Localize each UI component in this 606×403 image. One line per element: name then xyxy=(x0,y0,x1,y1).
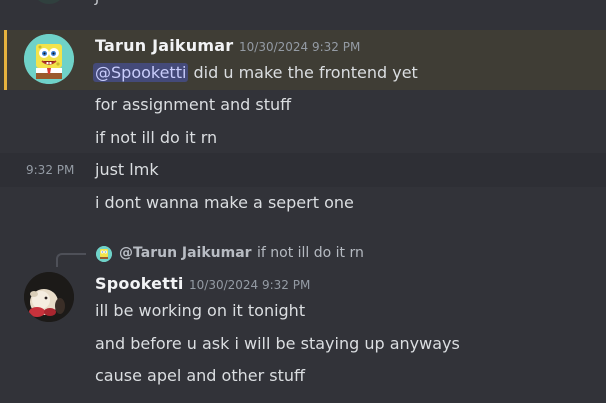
message-text: did u make the frontend yet xyxy=(188,63,418,82)
chat-messages-pane: J Tarun Jaikumar 10/30/2024 9:32 PM @Spo xyxy=(0,0,606,403)
reply-preview-text[interactable]: if not ill do it rn xyxy=(257,245,364,261)
message-line: and before u ask i will be staying up an… xyxy=(95,334,460,353)
author-name[interactable]: Tarun Jaikumar xyxy=(95,36,233,55)
previous-message-text: J xyxy=(95,0,99,6)
message-line: i dont wanna make a sepert one xyxy=(95,193,354,212)
reply-spongebob-icon xyxy=(96,246,112,262)
hovered-message-row[interactable] xyxy=(0,153,606,187)
message-line: @Spooketti did u make the frontend yet xyxy=(93,63,418,82)
message-timestamp: 10/30/2024 9:32 PM xyxy=(189,278,311,292)
reply-connector xyxy=(56,253,86,267)
hover-timestamp: 9:32 PM xyxy=(26,163,75,177)
message-line: cause apel and other stuff xyxy=(95,366,306,385)
message-line: just lmk xyxy=(95,160,159,179)
author-name[interactable]: Spooketti xyxy=(95,274,184,293)
mention-indicator-bar xyxy=(4,30,7,90)
previous-message-fragment: J xyxy=(0,0,606,6)
spongebob-avatar-icon[interactable] xyxy=(24,34,74,84)
message-line: for assignment and stuff xyxy=(95,95,292,114)
message-timestamp: 10/30/2024 9:32 PM xyxy=(239,40,361,54)
chicken-avatar-icon[interactable] xyxy=(24,272,74,322)
message-line: ill be working on it tonight xyxy=(95,301,306,320)
reply-author-mention[interactable]: @Tarun Jaikumar xyxy=(119,245,252,261)
message-line: if not ill do it rn xyxy=(95,128,218,147)
previous-avatar[interactable] xyxy=(32,0,66,4)
user-mention[interactable]: @Spooketti xyxy=(93,63,189,82)
